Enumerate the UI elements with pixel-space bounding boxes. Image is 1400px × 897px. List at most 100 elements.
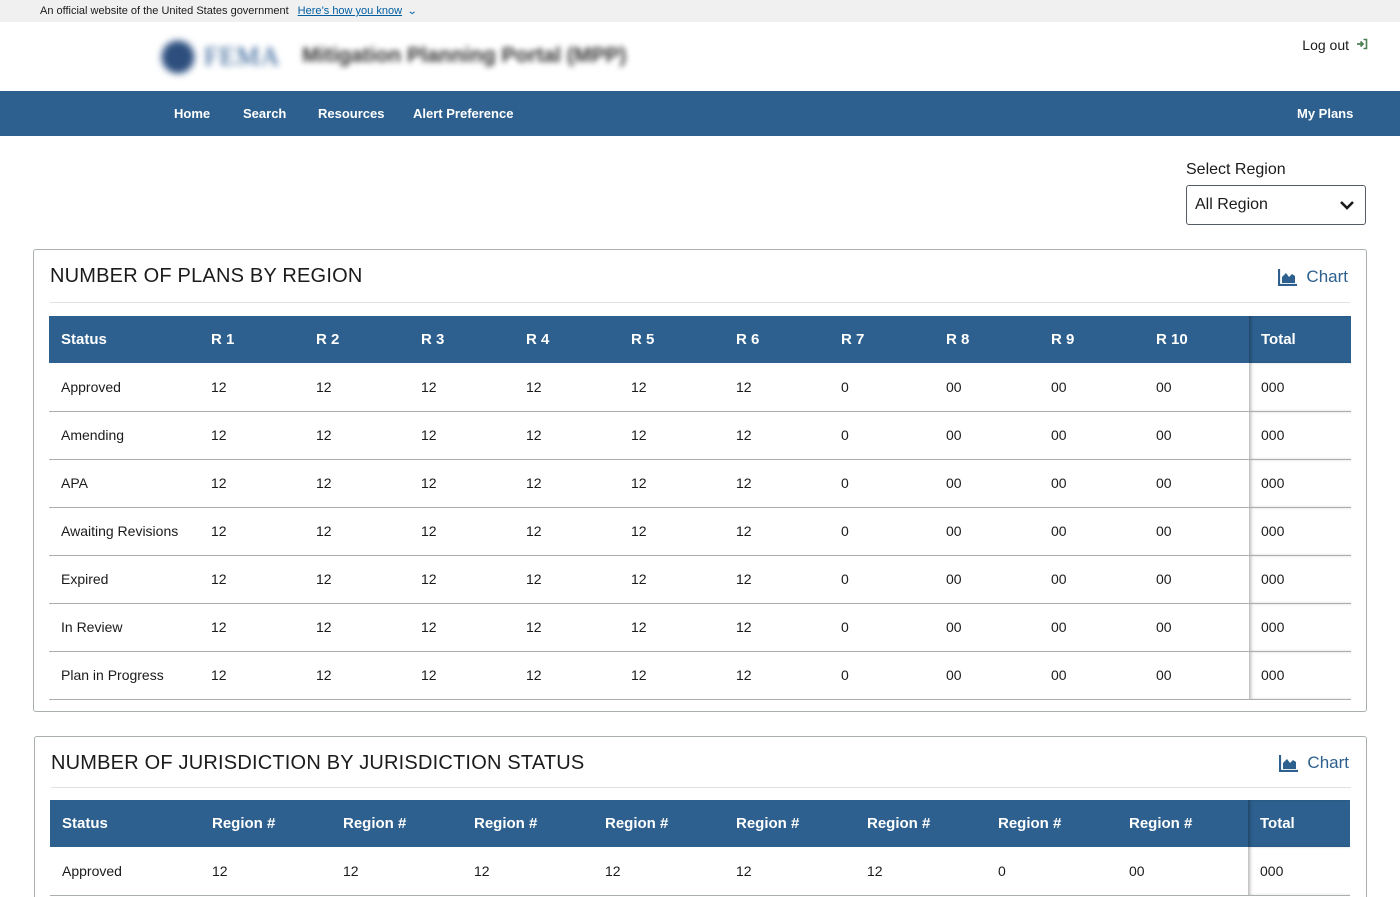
value-cell: 00 [1039,651,1144,700]
jurisdiction-chart-label: Chart [1307,753,1349,772]
value-cell: 12 [409,459,514,508]
jurisdiction-status-card: NUMBER OF JURISDICTION BY JURISDICTION S… [34,736,1367,897]
column-header: R 1 [211,331,235,348]
region-select[interactable]: All Region [1186,185,1366,225]
value-cell: 12 [724,507,829,556]
nav-home[interactable]: Home [174,91,210,136]
value-cell: 00 [934,651,1039,700]
value-cell: 12 [619,363,724,412]
value-cell: 12 [331,847,462,896]
fema-logo[interactable]: FEMA [160,39,280,75]
nav-search[interactable]: Search [243,91,286,136]
value-cell: 12 [304,411,409,460]
value-cell: 00 [1144,603,1249,652]
column-header: R 7 [841,331,865,348]
column-header: Region # [736,815,800,832]
value-cell: 12 [724,847,855,896]
value-cell: 0 [829,603,934,652]
value-cell: 00 [1039,459,1144,508]
value-cell: 0 [829,411,934,460]
region-select-value: All Region [1195,196,1268,213]
logout-button[interactable]: Log out [1302,37,1368,53]
gov-banner: An official website of the United States… [0,0,1400,22]
value-cell: 12 [199,411,304,460]
value-cell: 12 [593,847,724,896]
column-header: R 6 [736,331,760,348]
divider [50,302,1350,303]
status-cell: Approved [49,363,199,412]
value-cell: 12 [409,651,514,700]
column-header: R 5 [631,331,655,348]
plans-by-region-table: Status R 1 R 2 R 3 R 4 R 5 R 6 R 7 R 8 R 9 R 10 Tot… [49,316,1351,700]
plans-chart-label: Chart [1306,267,1348,286]
value-cell: 12 [514,603,619,652]
column-header: R 9 [1051,331,1075,348]
value-cell: 00 [1039,507,1144,556]
value-cell: 00 [1039,363,1144,412]
table-row: Amending 12 12 12 12 12 12 0 00 00 00 000 [49,411,1351,460]
value-cell: 0 [829,555,934,604]
column-header: Region # [212,815,276,832]
total-cell: 000 [1249,363,1351,412]
value-cell: 00 [934,363,1039,412]
column-header: Region # [1129,815,1193,832]
status-cell: Approved [50,847,200,896]
value-cell: 12 [514,507,619,556]
value-cell: 12 [409,507,514,556]
value-cell: 12 [304,507,409,556]
value-cell: 12 [724,363,829,412]
column-header-total: Total [1248,800,1350,847]
column-header-status: Status [62,815,108,832]
value-cell: 00 [1144,651,1249,700]
status-cell: Amending [49,411,199,460]
column-header: Region # [474,815,538,832]
chart-area-icon [1279,754,1299,772]
value-cell: 12 [409,555,514,604]
column-header-total: Total [1249,316,1351,363]
value-cell: 12 [409,411,514,460]
chevron-down-icon [1340,201,1354,210]
column-header: R 10 [1156,331,1188,348]
value-cell: 12 [514,411,619,460]
value-cell: 00 [1144,363,1249,412]
logo-text: FEMA [204,42,281,71]
how-you-know-link[interactable]: Here’s how you know [298,5,402,17]
value-cell: 12 [462,847,593,896]
divider [51,787,1351,788]
value-cell: 00 [1039,411,1144,460]
column-header: R 8 [946,331,970,348]
total-cell: 000 [1249,459,1351,508]
value-cell: 12 [200,847,331,896]
chevron-down-icon[interactable]: ⌄ [407,6,418,17]
table-row: Plan in Progress 12 12 12 12 12 12 0 00 00 00 000 [49,651,1351,700]
value-cell: 12 [619,507,724,556]
table-row: Approved 12 12 12 12 12 12 0 00 000 [50,847,1350,896]
value-cell: 00 [1117,847,1248,896]
value-cell: 0 [829,459,934,508]
total-cell: 000 [1249,507,1351,556]
value-cell: 12 [409,603,514,652]
value-cell: 12 [724,411,829,460]
column-header: Region # [343,815,407,832]
portal-title: Mitigation Planning Portal (MPP) [302,44,627,67]
status-cell: Awaiting Revisions [49,507,199,556]
total-cell: 000 [1249,555,1351,604]
jurisdiction-status-title: NUMBER OF JURISDICTION BY JURISDICTION S… [51,752,585,774]
value-cell: 00 [1039,555,1144,604]
nav-resources[interactable]: Resources [318,91,384,136]
nav-my-plans[interactable]: My Plans [1297,91,1353,136]
value-cell: 0 [829,651,934,700]
column-header: Region # [605,815,669,832]
value-cell: 12 [514,459,619,508]
value-cell: 12 [724,459,829,508]
nav-alert-preference[interactable]: Alert Preference [413,91,513,136]
plans-chart-button[interactable]: Chart [1278,267,1348,287]
jurisdiction-chart-button[interactable]: Chart [1279,753,1349,773]
value-cell: 12 [409,363,514,412]
value-cell: 12 [619,651,724,700]
value-cell: 12 [514,555,619,604]
value-cell: 0 [986,847,1117,896]
value-cell: 12 [304,555,409,604]
value-cell: 00 [1039,603,1144,652]
site-header: FEMA Mitigation Planning Portal (MPP) Lo… [0,22,1400,91]
